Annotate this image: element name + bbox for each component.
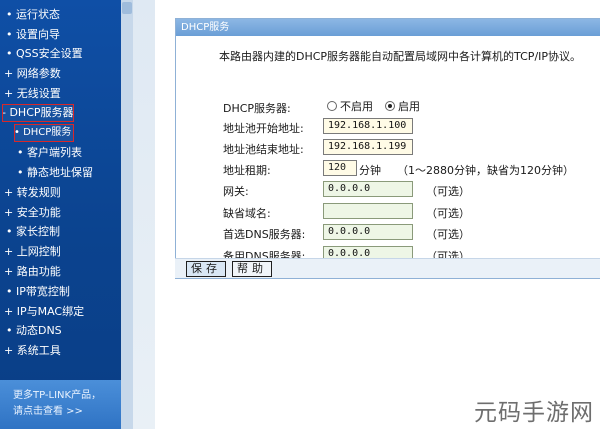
sidebar-item-wizard[interactable]: • 设置向导 [6, 26, 60, 44]
lease-label: 地址租期: [223, 164, 271, 177]
domain-label: 缺省域名: [223, 207, 271, 220]
domain-optional-hint: （可选） [426, 207, 470, 220]
sidebar-item-status[interactable]: • 运行状态 [6, 6, 60, 24]
radio-disable[interactable] [327, 101, 337, 111]
promo-line-1: 更多TP-LINK产品， [13, 390, 102, 401]
sidebar-item-bandwidth[interactable]: • IP带宽控制 [6, 283, 70, 301]
dns1-optional-hint: （可选） [426, 228, 470, 241]
dhcp-settings-panel: DHCP服务 本路由器内建的DHCP服务器能自动配置局域网中各计算机的TCP/I… [175, 18, 600, 279]
promo-link[interactable]: 请点击查看 >> [13, 402, 83, 417]
sidebar-item-static-address[interactable]: • 静态地址保留 [17, 164, 93, 182]
dns1-input[interactable]: 0.0.0.0 [323, 224, 413, 240]
sidebar-item-parental[interactable]: • 家长控制 [6, 223, 60, 241]
gateway-input[interactable]: 0.0.0.0 [323, 181, 413, 197]
radio-enable[interactable] [385, 101, 395, 111]
panel-description: 本路由器内建的DHCP服务器能自动配置局域网中各计算机的TCP/IP协议。 [219, 50, 582, 63]
sidebar-item-security[interactable]: + 安全功能 [4, 204, 61, 222]
lease-unit: 分钟 [359, 164, 381, 177]
scrollbar-thumb[interactable] [122, 2, 132, 14]
sidebar-item-ddns[interactable]: • 动态DNS [6, 322, 62, 340]
sidebar-nav: • 运行状态 • 设置向导 • QSS安全设置 + 网络参数 + 无线设置 - … [0, 0, 121, 429]
button-bar: 保存 帮助 [175, 258, 600, 278]
radio-enable-label: 启用 [398, 100, 420, 113]
sidebar-item-network[interactable]: + 网络参数 [4, 65, 61, 83]
save-button[interactable]: 保存 [186, 261, 226, 277]
sidebar-item-dhcp-service[interactable]: • DHCP服务 [14, 124, 74, 142]
sidebar-item-system-tools[interactable]: + 系统工具 [4, 342, 61, 360]
radio-disable-label: 不启用 [340, 100, 373, 113]
pool-end-input[interactable]: 192.168.1.199 [323, 139, 413, 155]
sidebar-item-client-list[interactable]: • 客户端列表 [17, 144, 82, 162]
sidebar-item-qss[interactable]: • QSS安全设置 [6, 45, 83, 63]
main-content: DHCP服务 本路由器内建的DHCP服务器能自动配置局域网中各计算机的TCP/I… [155, 0, 600, 429]
pool-start-label: 地址池开始地址: [223, 122, 304, 135]
pool-end-label: 地址池结束地址: [223, 143, 304, 156]
sidebar-item-routing[interactable]: + 路由功能 [4, 263, 61, 281]
sidebar-item-ip-mac[interactable]: + IP与MAC绑定 [4, 303, 84, 321]
sidebar-item-access-control[interactable]: + 上网控制 [4, 243, 61, 261]
dns1-label: 首选DNS服务器: [223, 228, 306, 241]
sidebar-item-dhcp-server[interactable]: - DHCP服务器 [2, 104, 74, 122]
panel-title: DHCP服务 [176, 19, 600, 36]
dhcp-server-label: DHCP服务器: [223, 102, 291, 115]
promo-banner[interactable]: 更多TP-LINK产品， 请点击查看 >> [0, 380, 121, 429]
site-watermark: 元码手游网 [474, 400, 594, 426]
lease-hint: （1～2880分钟，缺省为120分钟） [397, 164, 574, 177]
lease-input[interactable]: 120 [323, 160, 357, 176]
pool-start-input[interactable]: 192.168.1.100 [323, 118, 413, 134]
domain-input[interactable] [323, 203, 413, 219]
radio-enable-option[interactable]: 启用 [385, 99, 420, 113]
radio-disable-option[interactable]: 不启用 [327, 99, 373, 113]
scrollbar-track[interactable] [121, 0, 133, 429]
gateway-optional-hint: （可选） [426, 185, 470, 198]
sidebar-item-forwarding[interactable]: + 转发规则 [4, 184, 61, 202]
sidebar-item-wireless[interactable]: + 无线设置 [4, 85, 61, 103]
help-button[interactable]: 帮助 [232, 261, 272, 277]
gateway-label: 网关: [223, 185, 249, 198]
